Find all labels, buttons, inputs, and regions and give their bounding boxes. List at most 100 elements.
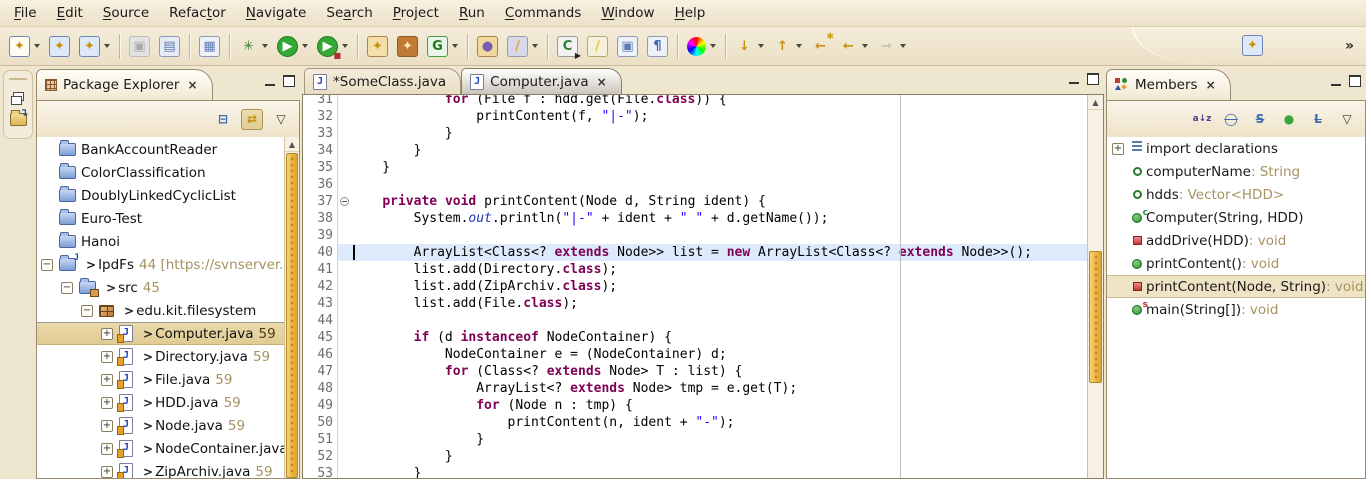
tree-item-doublylinkedcycliclist[interactable]: DoublyLinkedCyclicList bbox=[37, 184, 285, 207]
fold-column[interactable] bbox=[338, 244, 351, 261]
code-line-31[interactable]: 31 for (File f : hdd.get(File.class)) { bbox=[303, 95, 1087, 108]
code-line-48[interactable]: 48 ArrayList<? extends Node> tmp = e.get… bbox=[303, 380, 1087, 397]
minimize-button[interactable] bbox=[1331, 76, 1341, 86]
fold-column[interactable] bbox=[338, 142, 351, 159]
compare-button[interactable]: ▦ bbox=[199, 36, 220, 57]
code-line-32[interactable]: 32 printContent(f, "|-"); bbox=[303, 108, 1087, 125]
tree-expander[interactable]: + bbox=[101, 420, 113, 432]
tree-item-ziparchiv-java[interactable]: +J>ZipArchiv.java59 bbox=[37, 460, 285, 478]
fold-column[interactable] bbox=[338, 95, 351, 108]
tree-item-bankaccountreader[interactable]: BankAccountReader bbox=[37, 138, 285, 161]
editor-tab-computer-java[interactable]: JComputer.java× bbox=[461, 68, 622, 94]
minimize-button[interactable] bbox=[265, 76, 275, 86]
code-line-34[interactable]: 34 } bbox=[303, 142, 1087, 159]
code-text[interactable]: list.add(File.class); bbox=[351, 295, 1087, 312]
code-text[interactable]: NodeContainer e = (NodeContainer) d; bbox=[351, 346, 1087, 363]
hide-static-button[interactable]: S bbox=[1249, 109, 1271, 130]
tree-expander[interactable]: − bbox=[81, 305, 93, 317]
tree-item-euro-test[interactable]: Euro-Test bbox=[37, 207, 285, 230]
code-text[interactable]: } bbox=[351, 465, 1087, 478]
menu-item-window[interactable]: Window bbox=[591, 2, 664, 24]
close-icon[interactable]: × bbox=[187, 78, 197, 92]
member-item-hdds[interactable]: hdds : Vector<HDD> bbox=[1107, 183, 1365, 206]
search-button[interactable]: ∕ bbox=[507, 36, 538, 57]
code-text[interactable]: System.out.println("|-" + ident + " " + … bbox=[351, 210, 1087, 227]
member-item-printcontent-node-string-[interactable]: printContent(Node, String) : void bbox=[1107, 275, 1365, 298]
tree-item-colorclassification[interactable]: ColorClassification bbox=[37, 161, 285, 184]
dropdown-arrow-icon[interactable] bbox=[342, 44, 348, 48]
menu-item-run[interactable]: Run bbox=[449, 2, 495, 24]
fold-column[interactable] bbox=[338, 431, 351, 448]
menu-item-project[interactable]: Project bbox=[383, 2, 449, 24]
editor-tab--someclass-java[interactable]: J*SomeClass.java bbox=[304, 68, 461, 94]
menu-item-source[interactable]: Source bbox=[93, 2, 159, 24]
checkout-button[interactable]: C▶ bbox=[557, 36, 578, 57]
fold-column[interactable] bbox=[338, 346, 351, 363]
code-line-44[interactable]: 44 bbox=[303, 312, 1087, 329]
menu-item-edit[interactable]: Edit bbox=[47, 2, 93, 24]
show-whitespace-button[interactable]: ¶ bbox=[647, 36, 668, 57]
next-annotation-button[interactable]: ↓ bbox=[735, 37, 764, 56]
tree-item-src[interactable]: −>src45 bbox=[37, 276, 285, 299]
view-menu-button[interactable]: ▽ bbox=[270, 109, 292, 130]
code-line-50[interactable]: 50 printContent(n, ident + "-"); bbox=[303, 414, 1087, 431]
line-number[interactable]: 36 bbox=[303, 176, 338, 193]
line-number[interactable]: 38 bbox=[303, 210, 338, 227]
line-number[interactable]: 52 bbox=[303, 448, 338, 465]
fold-column[interactable] bbox=[338, 227, 351, 244]
fold-column[interactable] bbox=[338, 329, 351, 346]
code-line-43[interactable]: 43 list.add(File.class); bbox=[303, 295, 1087, 312]
code-text[interactable]: } bbox=[351, 431, 1087, 448]
color-palette-button[interactable] bbox=[687, 37, 716, 56]
tree-item-hanoi[interactable]: Hanoi bbox=[37, 230, 285, 253]
scrollbar-thumb[interactable] bbox=[1089, 251, 1102, 383]
code-text[interactable]: list.add(ZipArchiv.class); bbox=[351, 278, 1087, 295]
sort-button[interactable]: a↓z bbox=[1191, 109, 1213, 130]
menu-item-refactor[interactable]: Refactor bbox=[159, 2, 236, 24]
code-text[interactable]: } bbox=[351, 448, 1087, 465]
code-line-46[interactable]: 46 NodeContainer e = (NodeContainer) d; bbox=[303, 346, 1087, 363]
hide-fields-button[interactable]: ◯ bbox=[1220, 109, 1242, 130]
code-text[interactable]: list.add(Directory.class); bbox=[351, 261, 1087, 278]
new-class-button[interactable]: G bbox=[427, 36, 458, 57]
member-item-computername[interactable]: computerName : String bbox=[1107, 160, 1365, 183]
tree-item-edu-kit-filesystem[interactable]: −>edu.kit.filesystem bbox=[37, 299, 285, 322]
new-window-button[interactable]: ✦ bbox=[49, 36, 70, 57]
scroll-up-arrow-icon[interactable]: ▲ bbox=[285, 137, 299, 152]
link-with-editor-button[interactable]: ⇄ bbox=[241, 109, 263, 130]
fold-column[interactable] bbox=[338, 261, 351, 278]
code-text[interactable]: ArrayList<Class<? extends Node>> list = … bbox=[351, 244, 1087, 261]
menu-item-commands[interactable]: Commands bbox=[495, 2, 591, 24]
new-java-project-button[interactable]: ✦ bbox=[367, 36, 388, 57]
line-number[interactable]: 40 bbox=[303, 244, 338, 261]
code-line-52[interactable]: 52 } bbox=[303, 448, 1087, 465]
run-button[interactable]: ▶ bbox=[277, 36, 308, 57]
code-text[interactable]: private void printContent(Node d, String… bbox=[351, 193, 1087, 210]
members-tab[interactable]: Members × bbox=[1106, 69, 1231, 100]
tree-expander[interactable]: − bbox=[61, 282, 73, 294]
line-number[interactable]: 48 bbox=[303, 380, 338, 397]
fold-column[interactable] bbox=[338, 278, 351, 295]
fold-column[interactable] bbox=[338, 176, 351, 193]
code-line-47[interactable]: 47 for (Class<? extends Node> T : list) … bbox=[303, 363, 1087, 380]
dropdown-arrow-icon[interactable] bbox=[900, 44, 906, 48]
line-number[interactable]: 33 bbox=[303, 125, 338, 142]
tree-item-computer-java[interactable]: +J>Computer.java59 bbox=[37, 322, 285, 345]
fold-column[interactable] bbox=[338, 448, 351, 465]
dropdown-arrow-icon[interactable] bbox=[262, 44, 268, 48]
hide-non-public-button[interactable]: ● bbox=[1278, 109, 1300, 130]
view-menu-button[interactable]: ▽ bbox=[1336, 109, 1358, 130]
code-line-51[interactable]: 51 } bbox=[303, 431, 1087, 448]
more-perspectives-chevron[interactable]: » bbox=[1345, 38, 1354, 54]
fold-column[interactable] bbox=[338, 414, 351, 431]
mark-occurrences-button[interactable]: ∕ bbox=[587, 36, 608, 57]
dropdown-arrow-icon[interactable] bbox=[532, 44, 538, 48]
code-text[interactable]: printContent(f, "|-"); bbox=[351, 108, 1087, 125]
dropdown-arrow-icon[interactable] bbox=[104, 44, 110, 48]
fold-column[interactable] bbox=[338, 397, 351, 414]
code-text[interactable]: if (d instanceof NodeContainer) { bbox=[351, 329, 1087, 346]
fold-collapse-icon[interactable] bbox=[340, 197, 349, 206]
new-view-button[interactable]: ✦ bbox=[79, 36, 110, 57]
fold-column[interactable] bbox=[338, 125, 351, 142]
menu-item-help[interactable]: Help bbox=[665, 2, 716, 24]
